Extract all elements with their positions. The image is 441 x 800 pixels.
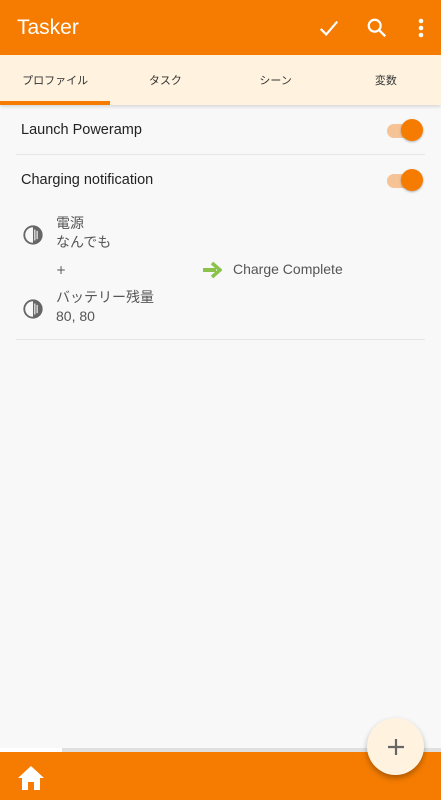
toggle-thumb [401, 118, 423, 141]
tab-bar: プロファイル タスク シーン 変数 [0, 55, 441, 105]
toggle-thumb [401, 169, 423, 191]
check-icon [319, 20, 339, 36]
context-detail: 80, 80 [56, 308, 95, 324]
half-circle-icon[interactable] [22, 224, 44, 246]
app-bar-actions [305, 0, 441, 55]
context-battery[interactable]: バッテリー残量 80, 80 [56, 288, 154, 326]
context-power[interactable]: 電源 なんでも [56, 214, 111, 252]
search-icon [367, 18, 387, 37]
tab-tasks[interactable]: タスク [110, 55, 220, 105]
add-profile-button[interactable] [367, 718, 424, 775]
context-title: 電源 [56, 215, 84, 231]
half-circle-icon[interactable] [22, 298, 44, 320]
profile-toggle[interactable] [385, 118, 423, 141]
app-title: Tasker [17, 15, 79, 39]
context-plus: + [56, 263, 67, 277]
profile-name: Launch Poweramp [21, 121, 142, 138]
profile-header[interactable]: Charging notification [16, 155, 425, 205]
profile-name: Charging notification [21, 172, 154, 188]
tab-profiles[interactable]: プロファイル [0, 55, 111, 105]
search-button[interactable] [353, 0, 401, 55]
profile-details: 電源 なんでも + Charge Complete バッテリー残量 80, 80 [16, 205, 425, 340]
tab-scenes[interactable]: シーン [221, 55, 331, 105]
profile-launch-poweramp[interactable]: Launch Poweramp [16, 105, 425, 155]
app-bar: Tasker [0, 0, 441, 55]
entry-task-name[interactable]: Charge Complete [233, 261, 343, 277]
more-options-button[interactable] [401, 0, 441, 55]
context-detail: なんでも [56, 234, 112, 250]
plus-icon [387, 738, 404, 755]
context-title: バッテリー残量 [56, 289, 154, 305]
profile-list: Launch Poweramp Charging notification 電源… [0, 105, 441, 340]
arrow-right-icon [203, 261, 222, 279]
profile-toggle[interactable] [385, 169, 423, 191]
home-icon[interactable] [17, 765, 45, 791]
profile-charging-notification: Charging notification 電源 なんでも + Charge C… [16, 155, 425, 340]
tab-variables[interactable]: 変数 [331, 55, 441, 105]
more-vert-icon [418, 18, 424, 37]
check-button[interactable] [305, 0, 353, 55]
